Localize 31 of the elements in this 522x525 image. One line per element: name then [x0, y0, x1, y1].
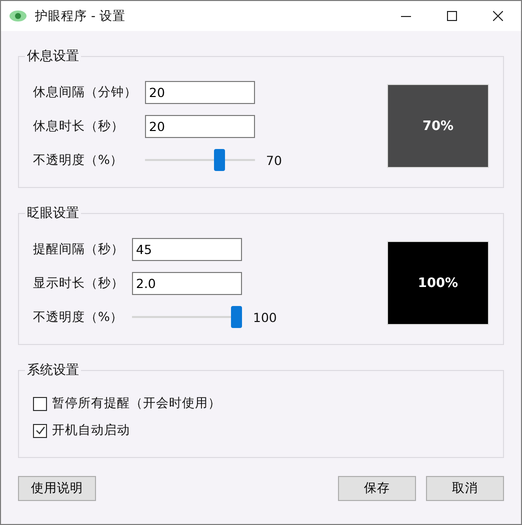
window-title: 护眼程序 - 设置	[35, 8, 126, 24]
checkbox[interactable]	[33, 396, 47, 410]
checkbox-label: 暂停所有提醒（开会时使用）	[52, 395, 221, 412]
checkbox-label: 开机自动启动	[52, 422, 130, 439]
maximize-icon	[447, 11, 457, 21]
field-label: 显示时长（秒）	[33, 275, 124, 292]
opacity-preview: 100%	[387, 241, 489, 325]
group-title: 眨眼设置	[26, 205, 80, 222]
slider-label: 不透明度（%）	[33, 152, 124, 168]
eye-icon	[9, 10, 27, 22]
group-title: 系统设置	[26, 362, 80, 379]
slider-label: 不透明度（%）	[33, 308, 124, 326]
check-icon	[34, 425, 46, 436]
input-field[interactable]: 45	[132, 238, 242, 261]
save-button[interactable]: 保存	[338, 476, 416, 501]
close-icon	[493, 11, 503, 21]
field-label: 休息时长（秒）	[33, 118, 125, 135]
cancel-button[interactable]: 取消	[426, 476, 504, 501]
opacity-slider[interactable]	[145, 149, 255, 171]
slider-value: 100	[252, 310, 277, 324]
opacity-preview: 70%	[387, 84, 489, 168]
checkbox[interactable]	[33, 424, 47, 438]
input-field[interactable]: 2.0	[132, 272, 242, 295]
slider-value: 70	[265, 152, 282, 168]
opacity-slider[interactable]	[132, 306, 242, 328]
field-label: 提醒间隔（秒）	[33, 241, 124, 258]
group-title: 休息设置	[26, 48, 80, 65]
help-button[interactable]: 使用说明	[18, 476, 96, 501]
input-field[interactable]: 20	[145, 115, 255, 138]
field-label: 休息间隔（分钟）	[33, 84, 137, 101]
input-field[interactable]: 20	[145, 81, 255, 104]
